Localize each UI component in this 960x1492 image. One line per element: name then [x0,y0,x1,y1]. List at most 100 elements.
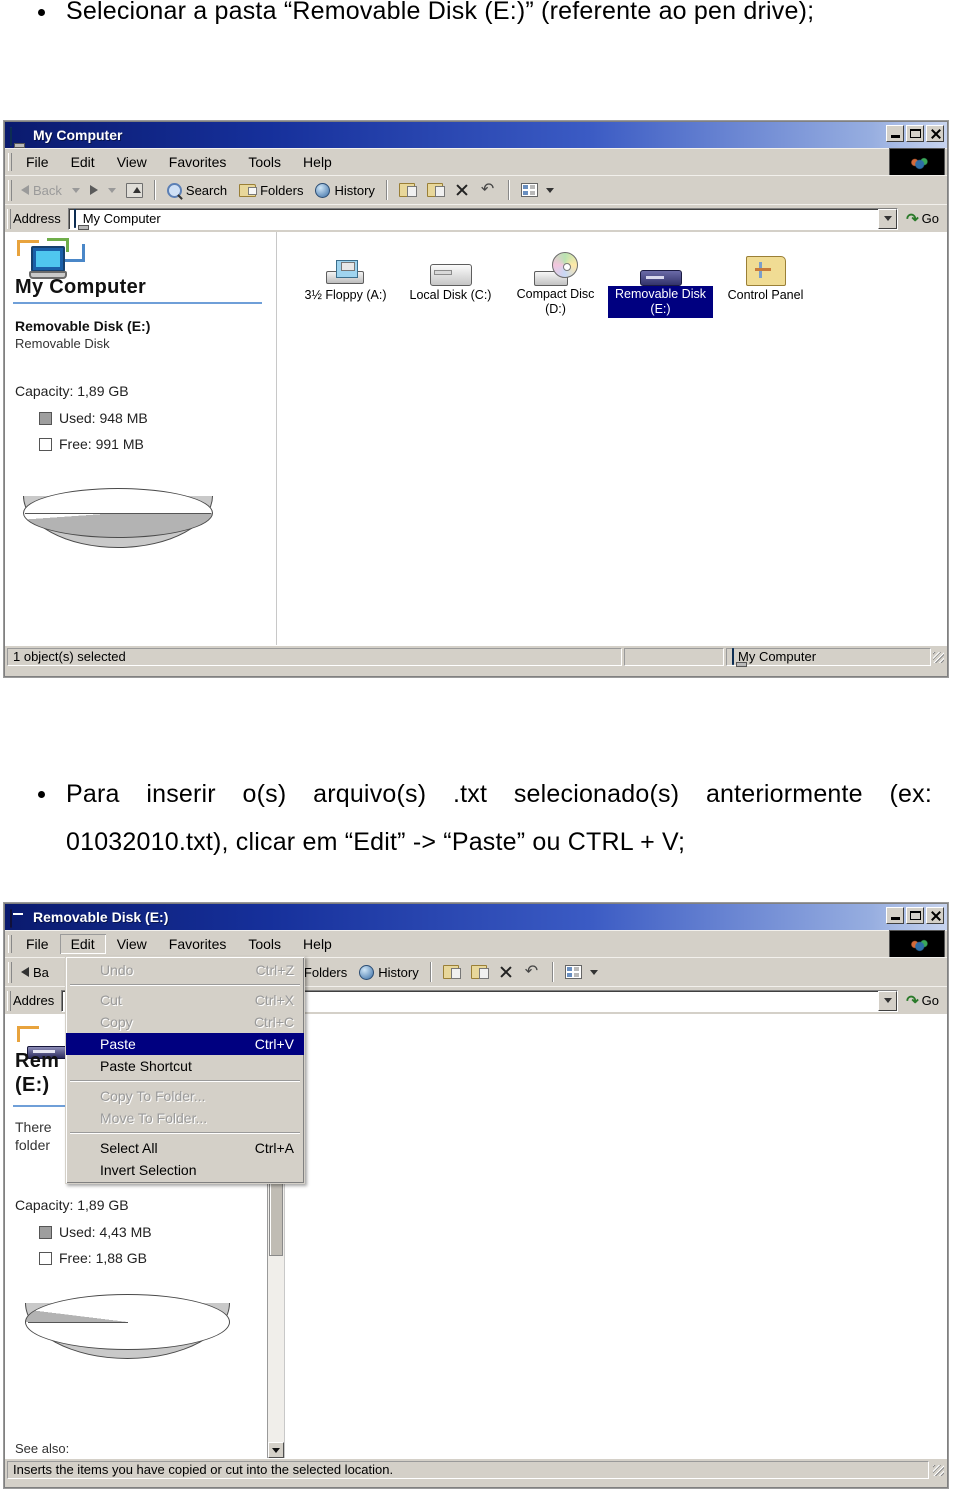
menu-edit[interactable]: Edit [59,934,106,954]
menu-item-copy-to-folder[interactable]: Copy To Folder... [66,1085,304,1107]
instruction-paragraph-1: Selecionar a pasta “Removable Disk (E:)”… [66,0,815,25]
window1-titlebar[interactable]: My Computer [5,122,947,148]
menu-file[interactable]: File [15,934,60,954]
window2-buttons [886,907,944,924]
removable-disk-window[interactable]: Removable Disk (E:) File Edit View Favor… [4,903,948,1488]
address-dropdown-button[interactable] [878,208,898,229]
my-computer-window[interactable]: My Computer File Edit View Favorites Too… [4,121,948,677]
drive-icon-grid: 3½ Floppy (A:) Local Disk (C:) Compact D… [277,232,947,318]
free-legend: Free: 991 MB [39,436,266,452]
menu-favorites[interactable]: Favorites [158,152,238,172]
up-button[interactable] [120,181,149,200]
forward-dropdown-caret-icon[interactable] [107,187,116,193]
menu-view[interactable]: View [106,934,158,954]
menu-help[interactable]: Help [292,152,343,172]
menu-item-move-to-folder[interactable]: Move To Folder... [66,1107,304,1129]
menu-item-cut[interactable]: Cut Ctrl+X [66,989,304,1011]
toolbar-separator-3 [507,180,510,200]
views-icon [520,183,538,197]
menu-item-accel: Ctrl+V [254,1036,294,1052]
resize-grip[interactable] [931,1463,945,1477]
window2-titlebar[interactable]: Removable Disk (E:) [5,904,947,930]
copy-to-button[interactable] [465,963,493,981]
close-button[interactable] [926,907,944,924]
undo-button[interactable] [475,179,503,199]
chevron-down-icon [883,998,892,1003]
maximize-button[interactable] [906,907,924,924]
search-button[interactable]: Search [161,181,233,200]
close-button[interactable] [926,125,944,142]
copy-to-button[interactable] [421,181,449,199]
maximize-button[interactable] [906,125,924,142]
drive-item-controlpanel[interactable]: Control Panel [713,244,818,318]
menu-item-invert-selection[interactable]: Invert Selection [66,1159,304,1181]
menu-item-accel: Ctrl+Z [255,962,295,978]
drive-item-removabledisk[interactable]: Removable Disk (E:) [608,244,713,318]
windows-flag-badge-icon [889,148,945,178]
left-pane-heading-line1: Rem [15,1050,60,1072]
status-left: Inserts the items you have copied or cut… [7,1460,929,1479]
window1-left-pane: My Computer Removable Disk (E:) Removabl… [5,232,277,645]
forward-button[interactable] [84,183,104,197]
arrow-left-icon [21,967,29,977]
go-button[interactable]: ↷ Go [898,992,947,1010]
go-button[interactable]: ↷ Go [898,210,947,228]
drive-label-selected: Removable Disk (E:) [608,286,713,318]
menu-file[interactable]: File [15,152,60,172]
move-to-folder-icon [442,965,461,979]
move-to-button[interactable] [437,963,465,981]
menu-help[interactable]: Help [292,934,343,954]
windows-flag-badge-icon [889,930,945,960]
minimize-button[interactable] [886,907,904,924]
views-button[interactable] [515,181,564,199]
window1-content-pane[interactable]: 3½ Floppy (A:) Local Disk (C:) Compact D… [277,232,947,645]
window1-menubar[interactable]: File Edit View Favorites Tools Help [5,148,947,178]
arrow-right-icon [89,185,98,195]
edit-dropdown-menu[interactable]: Undo Ctrl+Z Cut Ctrl+X Copy Ctrl+C Paste… [65,956,305,1184]
history-button[interactable]: History [309,181,380,200]
resize-grip[interactable] [931,650,945,664]
menu-separator-3 [70,1132,300,1134]
views-caret-icon[interactable] [545,187,554,193]
drive-item-localdisk[interactable]: Local Disk (C:) [398,244,503,318]
window2-content-pane[interactable] [285,1014,947,1458]
delete-button[interactable] [493,963,519,981]
views-button[interactable] [559,963,608,981]
views-caret-icon[interactable] [589,969,598,975]
delete-button[interactable] [449,181,475,199]
usb-drive-icon [608,244,713,286]
menu-favorites[interactable]: Favorites [158,934,238,954]
menu-item-copy[interactable]: Copy Ctrl+C [66,1011,304,1033]
menu-tools[interactable]: Tools [237,934,292,954]
address-dropdown-button[interactable] [878,990,898,1011]
back-button[interactable]: Ba [15,963,55,982]
search-icon [166,182,182,198]
my-computer-icon [10,126,27,146]
drive-item-compactdisc[interactable]: Compact Disc (D:) [503,244,608,318]
menu-view[interactable]: View [106,152,158,172]
scrollbar-down-button[interactable] [268,1442,284,1458]
used-swatch-icon [39,411,52,425]
back-dropdown-caret-icon[interactable] [71,187,80,193]
move-to-button[interactable] [393,181,421,199]
menu-item-paste[interactable]: Paste Ctrl+V [66,1033,304,1055]
minimize-button[interactable] [886,125,904,142]
history-button[interactable]: History [353,963,424,982]
disk-usage-pie-chart [23,488,213,560]
left-pane-banner: My Computer [5,232,276,302]
window1-toolbar[interactable]: Back Search Folders History [5,175,947,204]
menu-item-undo[interactable]: Undo Ctrl+Z [66,959,304,981]
folders-button[interactable]: Folders [233,181,309,200]
menu-item-select-all[interactable]: Select All Ctrl+A [66,1137,304,1159]
menu-item-paste-shortcut[interactable]: Paste Shortcut [66,1055,304,1077]
window1-addressbar[interactable]: Address My Computer ↷ Go [5,204,947,232]
see-also-label: See also: [15,1441,70,1456]
address-input[interactable]: My Computer [67,207,899,230]
back-button[interactable]: Back [15,181,68,200]
toolbar-separator-2 [385,180,388,200]
menu-tools[interactable]: Tools [237,152,292,172]
drive-item-floppy[interactable]: 3½ Floppy (A:) [293,244,398,318]
menu-edit[interactable]: Edit [60,152,106,172]
window2-menubar[interactable]: File Edit View Favorites Tools Help [5,930,947,960]
undo-button[interactable] [519,961,547,981]
